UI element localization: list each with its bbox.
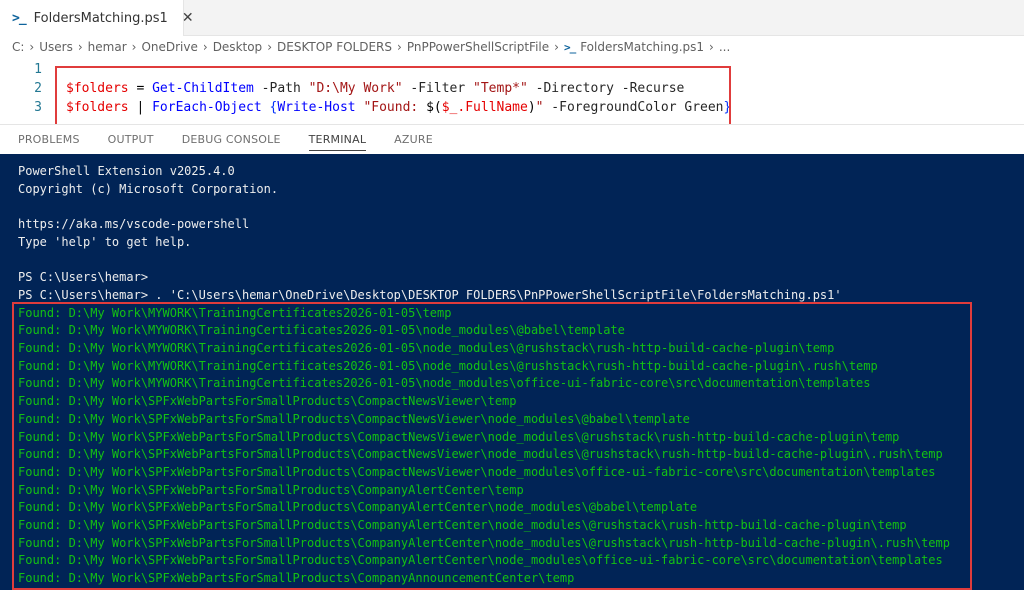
operator-token: | — [128, 100, 153, 115]
terminal-output-line: Found: D:\My Work\MYWORK\TrainingCertifi… — [18, 341, 835, 355]
close-icon[interactable]: ✕ — [182, 10, 194, 26]
brace-token: } — [723, 100, 732, 115]
breadcrumb: C: › Users › hemar › OneDrive › Desktop … — [0, 36, 1024, 58]
breadcrumb-item[interactable]: PnPPowerShellScriptFile — [407, 40, 549, 54]
parameter-token: -Path — [253, 81, 309, 96]
tab-terminal[interactable]: TERMINAL — [308, 125, 367, 155]
code-text: $folders = Get-ChildItem -Path "D:\My Wo… — [66, 81, 684, 96]
terminal-line: https://aka.ms/vscode-powershell — [18, 217, 250, 232]
string-token: "Temp*" — [473, 81, 528, 96]
terminal-output-line: Found: D:\My Work\SPFxWebPartsForSmallPr… — [18, 411, 690, 426]
chevron-right-icon: › — [397, 40, 402, 54]
terminal-line: Type 'help' to get help. — [18, 234, 192, 249]
terminal-output-line: Found: D:\My Work\SPFxWebPartsForSmallPr… — [18, 394, 517, 409]
breadcrumb-item[interactable]: Users — [39, 40, 73, 54]
terminal-output-line: Found: D:\My Work\SPFxWebPartsForSmallPr… — [18, 429, 900, 444]
terminal-output-line: Found: D:\My Work\SPFxWebPartsForSmallPr… — [18, 447, 943, 462]
terminal-output-line: Found: D:\My Work\SPFxWebPartsForSmallPr… — [18, 464, 936, 479]
command-token: Write-Host — [277, 100, 356, 115]
terminal-output-line: Found: D:\My Work\SPFxWebPartsForSmallPr… — [18, 482, 524, 497]
line-number: 1 — [34, 62, 42, 77]
panel-tab-bar: PROBLEMS OUTPUT DEBUG CONSOLE TERMINAL A… — [0, 124, 1024, 154]
terminal-panel[interactable]: PowerShell Extension v2025.4.0 Copyright… — [0, 154, 1024, 590]
command-token: Get-ChildItem — [152, 81, 254, 96]
editor-tab-bar: >_ FoldersMatching.ps1 ✕ — [0, 0, 1024, 36]
chevron-right-icon: › — [77, 40, 83, 54]
terminal-output-line: Found: D:\My Work\SPFxWebPartsForSmallPr… — [18, 500, 698, 515]
tab-label: FoldersMatching.ps1 — [33, 10, 168, 26]
line-number: 3 — [34, 100, 42, 115]
variable-token: $folders — [66, 100, 129, 115]
parameter-token: -Directory -Recurse — [527, 81, 685, 96]
terminal-output-line: Found: D:\My Work\MYWORK\TrainingCertifi… — [18, 323, 625, 338]
powershell-icon: >_ — [12, 10, 27, 26]
terminal-output-line: Found: D:\My Work\SPFxWebPartsForSmallPr… — [18, 571, 575, 586]
terminal-line: PowerShell Extension v2025.4.0 — [18, 164, 235, 178]
breadcrumb-item[interactable]: DESKTOP FOLDERS — [277, 40, 392, 54]
code-line[interactable]: 1 — [0, 60, 1024, 79]
tab-output[interactable]: OUTPUT — [108, 125, 154, 155]
subexpression-token: ) — [527, 100, 536, 115]
breadcrumb-item[interactable]: C: — [12, 40, 24, 54]
code-line[interactable]: 3 $folders | ForEach-Object {Write-Host … — [0, 98, 1024, 117]
powershell-icon: >_ — [563, 40, 576, 54]
string-token: "D:\My Work" — [308, 81, 403, 96]
chevron-right-icon: › — [202, 40, 208, 54]
chevron-right-icon: › — [29, 40, 35, 54]
subexpression-token: $( — [426, 100, 442, 115]
parameter-token: -Filter — [402, 81, 474, 96]
tab-problems[interactable]: PROBLEMS — [18, 125, 80, 155]
terminal-command: PS C:\Users\hemar> . 'C:\Users\hemar\One… — [18, 287, 842, 302]
line-number: 2 — [34, 81, 42, 96]
chevron-right-icon: › — [554, 40, 559, 54]
terminal-output-line: Found: D:\My Work\SPFxWebPartsForSmallPr… — [18, 553, 943, 568]
code-line[interactable]: 2 $folders = Get-ChildItem -Path "D:\My … — [0, 79, 1024, 98]
terminal-prompt: PS C:\Users\hemar> — [18, 270, 149, 285]
code-editor[interactable]: 1 2 $folders = Get-ChildItem -Path "D:\M… — [0, 58, 1024, 126]
breadcrumb-item[interactable]: Desktop — [213, 40, 263, 54]
tab-folders-matching[interactable]: >_ FoldersMatching.ps1 ✕ — [0, 0, 194, 36]
tab-azure[interactable]: AZURE — [394, 125, 433, 155]
breadcrumb-item[interactable]: FoldersMatching.ps1 — [580, 40, 704, 54]
terminal-output-line: Found: D:\My Work\MYWORK\TrainingCertifi… — [18, 305, 452, 320]
parameter-token: -ForegroundColor Green — [543, 100, 724, 115]
code-text: $folders | ForEach-Object {Write-Host "F… — [66, 100, 731, 115]
terminal-output-line: Found: D:\My Work\SPFxWebPartsForSmallPr… — [18, 535, 950, 550]
command-token: ForEach-Object — [152, 100, 262, 115]
tab-debug-console[interactable]: DEBUG CONSOLE — [182, 125, 281, 155]
string-token: "Found: — [355, 100, 427, 115]
variable-token: $_.FullName — [441, 100, 528, 115]
breadcrumb-item[interactable]: ... — [719, 40, 730, 54]
terminal-output-line: Found: D:\My Work\MYWORK\TrainingCertifi… — [18, 358, 878, 373]
terminal-output-line: Found: D:\My Work\MYWORK\TrainingCertifi… — [18, 376, 871, 391]
breadcrumb-item[interactable]: hemar — [88, 40, 127, 54]
breadcrumb-item[interactable]: OneDrive — [141, 40, 197, 54]
variable-token: $folders — [66, 81, 129, 96]
chevron-right-icon: › — [709, 40, 714, 54]
operator-token: = — [128, 81, 153, 96]
terminal-line: Copyright (c) Microsoft Corporation. — [18, 181, 279, 196]
chevron-right-icon: › — [267, 40, 272, 54]
chevron-right-icon: › — [131, 40, 137, 54]
terminal-output-line: Found: D:\My Work\SPFxWebPartsForSmallPr… — [18, 518, 907, 532]
